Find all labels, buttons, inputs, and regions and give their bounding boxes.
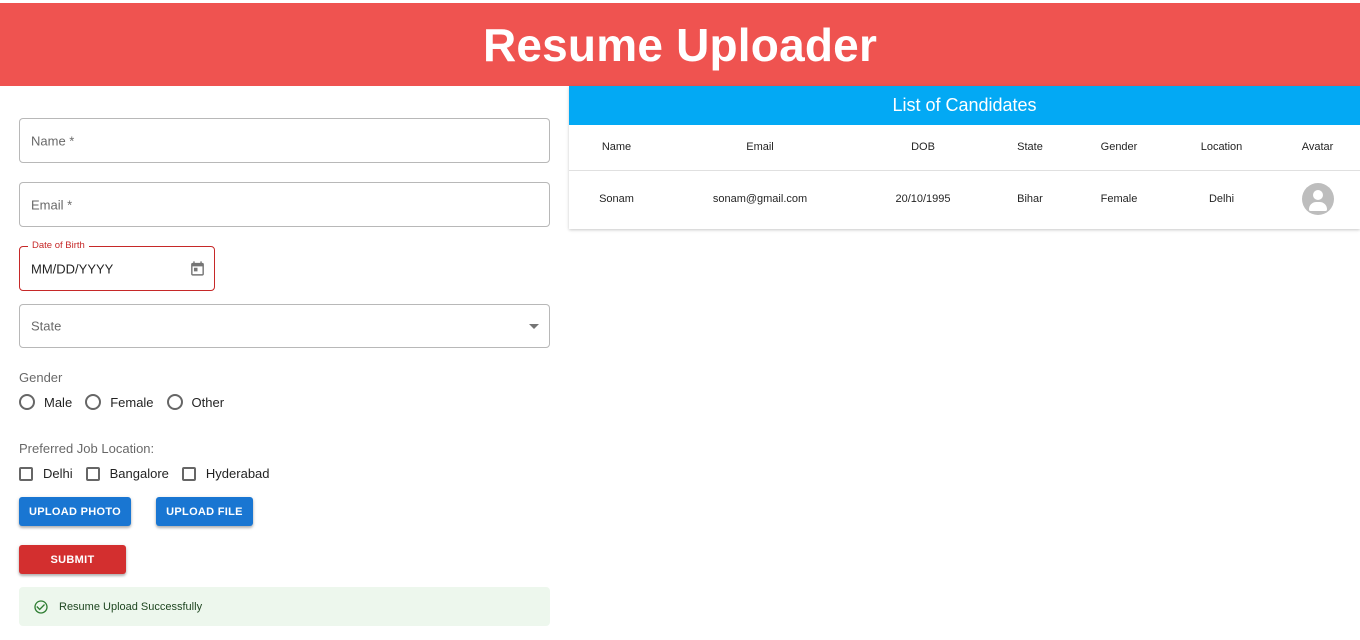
- name-placeholder: Name *: [31, 133, 75, 148]
- column-header: Avatar: [1275, 125, 1360, 171]
- name-field[interactable]: Name *: [19, 118, 550, 163]
- cell-gender: Female: [1100, 193, 1138, 206]
- candidates-table: Name Email DOB State Gender Location Ava…: [569, 125, 1360, 228]
- column-header: Email: [664, 125, 856, 171]
- location-label: Preferred Job Location:: [19, 441, 155, 456]
- cell-dob: 20/10/1995: [895, 193, 951, 206]
- radio-button[interactable]: [166, 394, 183, 410]
- column-header: State: [990, 125, 1070, 171]
- table-header-row: Name Email DOB State Gender Location Ava…: [569, 125, 1360, 171]
- dob-value: MM/DD/YYYY: [31, 261, 114, 276]
- dob-label: Date of Birth: [28, 240, 89, 251]
- upload-photo-button[interactable]: UPLOAD PHOTO: [19, 497, 131, 526]
- location-option-delhi[interactable]: Delhi: [19, 466, 73, 481]
- gender-option-other[interactable]: Other: [166, 394, 224, 410]
- avatar-icon: [1301, 183, 1334, 216]
- cell-avatar: [1275, 170, 1360, 228]
- email-field[interactable]: Email *: [19, 182, 550, 227]
- gender-label: Gender: [19, 370, 63, 385]
- table-row: Sonam sonam@gmail.com 20/10/1995 Bihar F…: [569, 170, 1360, 228]
- check-circle-icon: [34, 599, 48, 614]
- checkbox[interactable]: [19, 466, 33, 481]
- cell-location: Delhi: [1208, 193, 1235, 206]
- email-placeholder: Email *: [31, 197, 73, 212]
- radio-button[interactable]: [85, 394, 102, 410]
- gender-option-male[interactable]: Male: [19, 394, 72, 410]
- column-header: Location: [1168, 125, 1275, 171]
- cell-name: Sonam: [599, 193, 634, 206]
- page-title: Resume Uploader: [482, 18, 878, 71]
- dropdown-arrow-icon: [529, 324, 539, 329]
- column-header: DOB: [856, 125, 990, 171]
- app-header: Resume Uploader: [0, 3, 1360, 86]
- location-checkbox-group: Delhi Bangalore Hyderabad: [19, 466, 283, 481]
- checkbox[interactable]: [85, 466, 100, 481]
- candidates-title: List of Candidates: [569, 86, 1360, 125]
- location-option-hyderabad[interactable]: Hyderabad: [181, 466, 270, 481]
- gender-option-female[interactable]: Female: [85, 394, 154, 410]
- cell-state: Bihar: [1017, 193, 1043, 206]
- checkbox[interactable]: [181, 466, 196, 481]
- candidates-panel: List of Candidates Name Email DOB State …: [569, 86, 1360, 229]
- upload-file-button[interactable]: UPLOAD FILE: [156, 497, 253, 526]
- location-option-bangalore[interactable]: Bangalore: [85, 466, 169, 481]
- radio-button[interactable]: [19, 394, 35, 410]
- state-select[interactable]: State: [19, 304, 550, 348]
- calendar-icon[interactable]: [189, 260, 206, 277]
- state-placeholder: State: [31, 318, 62, 334]
- alert-message: Resume Upload Successfully: [59, 600, 203, 613]
- column-header: Gender: [1070, 125, 1168, 171]
- gender-radio-group: Male Female Other: [19, 394, 237, 410]
- dob-field[interactable]: Date of Birth MM/DD/YYYY: [19, 240, 215, 291]
- success-alert: Resume Upload Successfully: [19, 587, 550, 626]
- cell-email: sonam@gmail.com: [712, 193, 808, 206]
- submit-button[interactable]: SUBMIT: [19, 545, 126, 574]
- column-header: Name: [569, 125, 664, 171]
